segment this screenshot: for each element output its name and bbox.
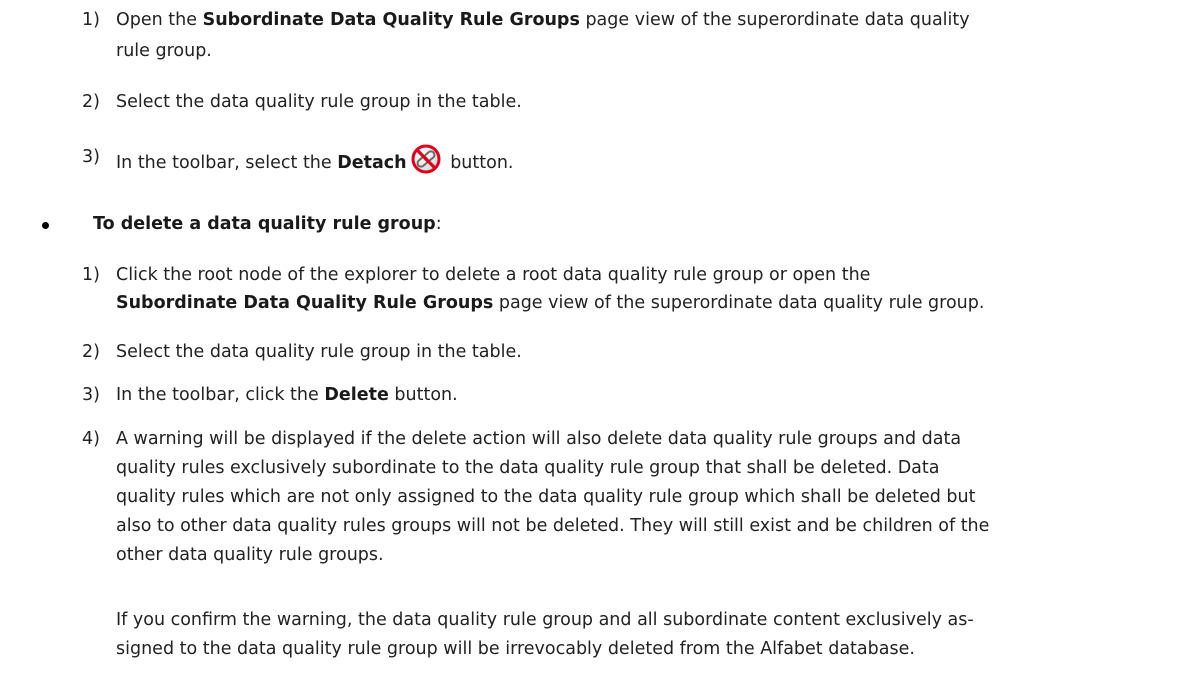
step-number: 1) bbox=[82, 10, 100, 30]
step-text: A warning will be displayed if the delet… bbox=[116, 429, 962, 449]
delete-step-1-continuation: Subordinate Data Quality Rule Groups pag… bbox=[116, 293, 985, 313]
step-text: Select the data quality rule group in th… bbox=[116, 342, 522, 362]
step-text: Click the root node of the explorer to d… bbox=[116, 265, 871, 285]
warning-text-line: quality rules exclusively subordinate to… bbox=[116, 458, 940, 478]
step-number: 1) bbox=[82, 265, 100, 285]
step-text: In the toolbar, select the Detach button… bbox=[116, 144, 514, 177]
step-number: 4) bbox=[82, 429, 100, 449]
warning-text-line: quality rules which are not only assigne… bbox=[116, 487, 976, 507]
detach-label: Detach bbox=[337, 153, 407, 173]
warning-text-line: also to other data quality rules groups … bbox=[116, 516, 990, 536]
confirm-paragraph-line: If you confirm the warning, the data qua… bbox=[116, 610, 974, 630]
step-number: 3) bbox=[82, 147, 100, 167]
step-text: In the toolbar, click the Delete button. bbox=[116, 385, 458, 405]
step-1-continuation: rule group. bbox=[116, 41, 212, 61]
page-view-name: Subordinate Data Quality Rule Groups bbox=[202, 10, 580, 30]
confirm-paragraph-line: signed to the data quality rule group wi… bbox=[116, 639, 915, 659]
step-text: Open the Subordinate Data Quality Rule G… bbox=[116, 10, 970, 30]
step-number: 3) bbox=[82, 385, 100, 405]
bullet-marker bbox=[42, 222, 49, 229]
step-text: Select the data quality rule group in th… bbox=[116, 92, 522, 112]
delete-label: Delete bbox=[324, 385, 389, 405]
page-view-name: Subordinate Data Quality Rule Groups bbox=[116, 293, 494, 313]
warning-text-line: other data quality rule groups. bbox=[116, 545, 384, 565]
step-number: 2) bbox=[82, 342, 100, 362]
detach-icon bbox=[411, 144, 441, 174]
step-number: 2) bbox=[82, 92, 100, 112]
section-heading-delete: To delete a data quality rule group: bbox=[93, 214, 442, 234]
